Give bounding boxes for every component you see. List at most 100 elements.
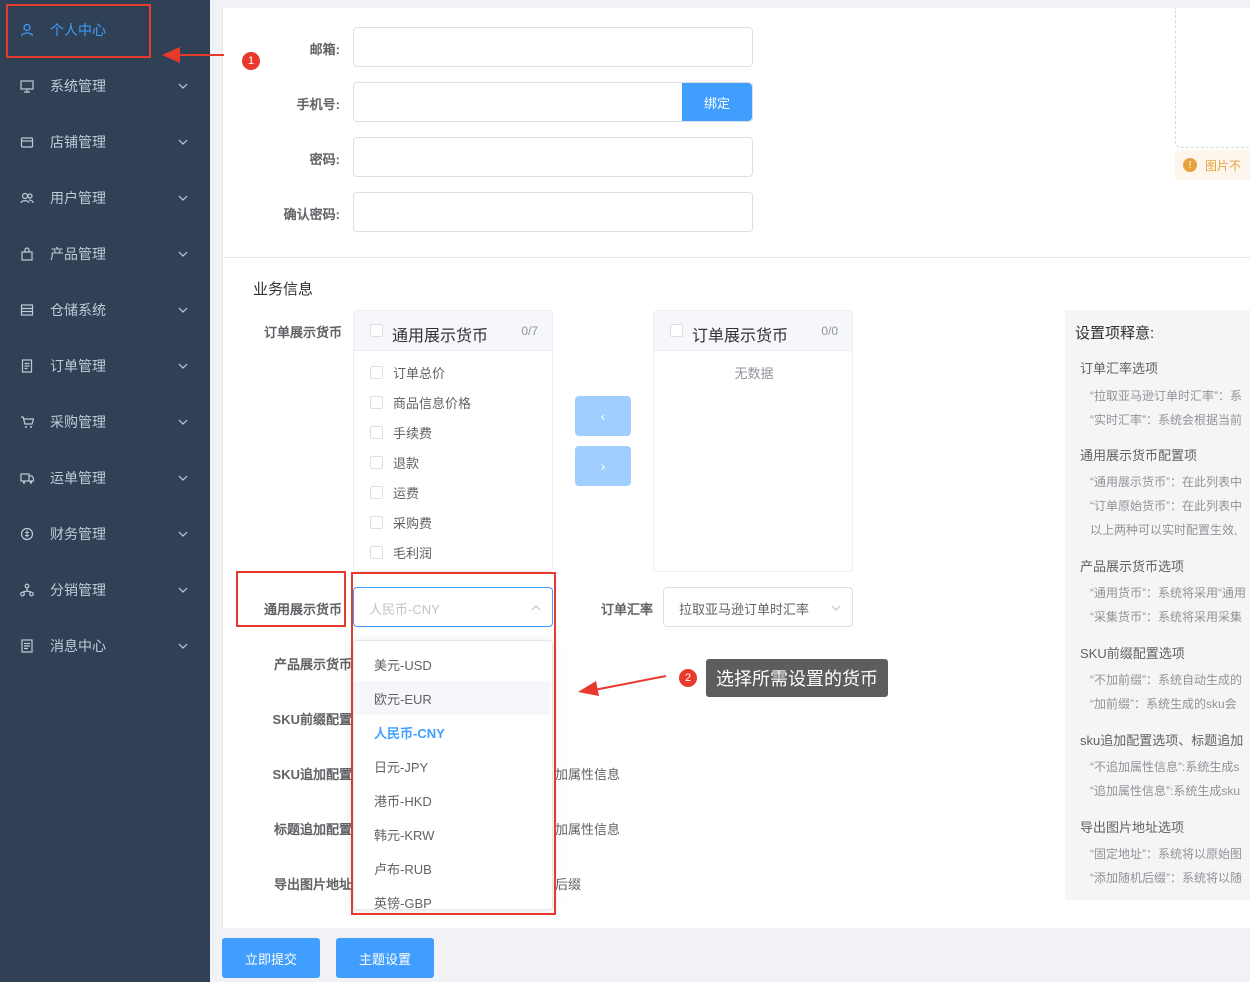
password-field[interactable] bbox=[353, 137, 753, 177]
help-line: 以上两种可以实时配置生效, bbox=[1090, 523, 1238, 537]
help-heading: 导出图片地址选项 bbox=[1080, 820, 1185, 835]
sidebar-item-label: 运单管理 bbox=[50, 470, 106, 486]
help-title: 设置项释意: bbox=[1075, 325, 1155, 342]
message-icon bbox=[21, 639, 33, 653]
highlight-box-personal-center bbox=[6, 4, 151, 58]
help-line: “不加前缀”：系统自动生成的 bbox=[1090, 673, 1242, 687]
sidebar-item-distribution[interactable]: 分销管理 bbox=[0, 562, 210, 618]
chevron-down-icon bbox=[178, 587, 188, 593]
section-divider bbox=[222, 257, 1250, 258]
transfer-item-label: 商品信息价格 bbox=[393, 395, 472, 411]
phone-label: 手机号: bbox=[296, 97, 340, 112]
sidebar-item-purchase[interactable]: 采购管理 bbox=[0, 394, 210, 450]
select-all-checkbox[interactable] bbox=[670, 324, 683, 337]
sku-append-option-text[interactable]: 加属性信息 bbox=[555, 764, 620, 783]
transfer-item-label: 运费 bbox=[393, 485, 420, 501]
sidebar-item-shop[interactable]: 店铺管理 bbox=[0, 114, 210, 170]
select-value: 拉取亚马逊订单时汇率 bbox=[679, 602, 810, 617]
chevron-down-icon bbox=[178, 139, 188, 145]
transfer-item[interactable]: 手续费 bbox=[370, 422, 432, 442]
select-all-checkbox[interactable] bbox=[370, 324, 383, 337]
annotation-arrow-1 bbox=[162, 47, 224, 63]
chevron-down-icon bbox=[178, 419, 188, 425]
item-checkbox[interactable] bbox=[370, 395, 383, 409]
item-checkbox[interactable] bbox=[370, 455, 383, 469]
transfer-item[interactable]: 毛利润 bbox=[370, 542, 432, 562]
transfer-item-label: 毛利润 bbox=[393, 545, 433, 561]
product-currency-label: 产品展示货币 bbox=[273, 657, 352, 672]
item-checkbox[interactable] bbox=[370, 485, 383, 499]
empty-text: 无数据 bbox=[734, 366, 774, 381]
chevron-right-icon: › bbox=[600, 458, 606, 474]
item-checkbox[interactable] bbox=[370, 365, 383, 379]
chevron-left-icon: ‹ bbox=[600, 408, 606, 424]
item-checkbox[interactable] bbox=[370, 515, 383, 529]
truck-icon bbox=[20, 473, 34, 484]
move-right-button[interactable]: › bbox=[575, 446, 631, 486]
sidebar-item-users[interactable]: 用户管理 bbox=[0, 170, 210, 226]
warning-icon: ! bbox=[1183, 158, 1197, 172]
sidebar-item-label: 财务管理 bbox=[50, 526, 106, 542]
transfer-item[interactable]: 订单总价 bbox=[370, 362, 445, 382]
help-line: “拉取亚马逊订单时汇率”：系 bbox=[1090, 389, 1242, 403]
email-label: 邮箱: bbox=[309, 42, 340, 57]
transfer-item-label: 订单总价 bbox=[393, 365, 446, 381]
transfer-item[interactable]: 运费 bbox=[370, 482, 419, 502]
title-append-option-text[interactable]: 加属性信息 bbox=[555, 819, 620, 838]
transfer-panel-order: 订单展示货币 0/0 无数据 bbox=[653, 310, 853, 572]
help-heading: 通用展示货币配置项 bbox=[1080, 448, 1198, 463]
password-label: 密码: bbox=[309, 152, 340, 167]
finance-icon bbox=[20, 527, 34, 541]
network-icon bbox=[20, 583, 34, 597]
sidebar-item-label: 用户管理 bbox=[50, 190, 106, 206]
transfer-item[interactable]: 退款 bbox=[370, 452, 419, 472]
users-icon bbox=[20, 192, 34, 204]
sku-prefix-label: SKU前缀配置 bbox=[272, 712, 352, 727]
item-checkbox[interactable] bbox=[370, 425, 383, 439]
item-checkbox[interactable] bbox=[370, 545, 383, 559]
sidebar: 个人中心 系统管理 店铺管理 用户管理 产品管理 仓储系统 订单管理 采购管理 … bbox=[0, 0, 210, 982]
confirm-password-label: 确认密码: bbox=[283, 207, 340, 222]
upload-warning: ! 图片不 bbox=[1175, 150, 1250, 180]
upload-warning-text: 图片不 bbox=[1205, 158, 1242, 173]
sidebar-item-warehouse[interactable]: 仓储系统 bbox=[0, 282, 210, 338]
email-field[interactable] bbox=[353, 27, 753, 67]
chevron-down-icon bbox=[178, 195, 188, 201]
bind-button[interactable]: 绑定 bbox=[682, 83, 752, 121]
transfer-item[interactable]: 采购费 bbox=[370, 512, 432, 532]
submit-button[interactable]: 立即提交 bbox=[222, 938, 320, 978]
sidebar-item-waybill[interactable]: 运单管理 bbox=[0, 450, 210, 506]
transfer-title: 通用展示货币 bbox=[392, 328, 489, 345]
exchange-rate-select[interactable]: 拉取亚马逊订单时汇率 bbox=[663, 587, 853, 627]
sidebar-item-finance[interactable]: 财务管理 bbox=[0, 506, 210, 562]
highlight-box-general-currency-label bbox=[236, 571, 346, 627]
sidebar-item-label: 订单管理 bbox=[50, 358, 106, 374]
annotation-badge-2: 2 bbox=[679, 669, 697, 687]
move-left-button[interactable]: ‹ bbox=[575, 396, 631, 436]
theme-settings-button[interactable]: 主题设置 bbox=[336, 938, 434, 978]
sidebar-item-products[interactable]: 产品管理 bbox=[0, 226, 210, 282]
help-line: “订单原始货币”：在此列表中 bbox=[1090, 499, 1242, 513]
sidebar-item-orders[interactable]: 订单管理 bbox=[0, 338, 210, 394]
sidebar-item-messages[interactable]: 消息中心 bbox=[0, 618, 210, 674]
help-heading: 产品展示货币选项 bbox=[1080, 559, 1185, 574]
help-line: “加前缀”：系统生成的sku会 bbox=[1090, 697, 1237, 711]
transfer-header: 通用展示货币 0/7 bbox=[354, 311, 552, 351]
transfer-item-label: 手续费 bbox=[393, 425, 433, 441]
sidebar-item-label: 仓储系统 bbox=[50, 302, 106, 318]
transfer-item[interactable]: 商品信息价格 bbox=[370, 392, 471, 412]
help-line: “固定地址”：系统将以原始图 bbox=[1090, 847, 1242, 861]
help-line: “采集货币”：系统将采用采集 bbox=[1090, 610, 1242, 624]
chevron-down-icon bbox=[178, 363, 188, 369]
help-heading: 订单汇率选项 bbox=[1080, 361, 1159, 376]
help-line: “实时汇率”：系统会根据当前 bbox=[1090, 413, 1242, 427]
title-append-label: 标题追加配置 bbox=[273, 822, 352, 837]
chevron-down-icon bbox=[178, 83, 188, 89]
help-line: “添加随机后缀”：系统将以随 bbox=[1090, 871, 1242, 885]
sidebar-item-system[interactable]: 系统管理 bbox=[0, 58, 210, 114]
export-option-text[interactable]: 后缀 bbox=[555, 874, 581, 893]
export-image-label: 导出图片地址 bbox=[273, 877, 352, 892]
transfer-item-label: 退款 bbox=[393, 455, 420, 471]
image-upload-area[interactable] bbox=[1175, 8, 1250, 148]
confirm-password-field[interactable] bbox=[353, 192, 753, 232]
